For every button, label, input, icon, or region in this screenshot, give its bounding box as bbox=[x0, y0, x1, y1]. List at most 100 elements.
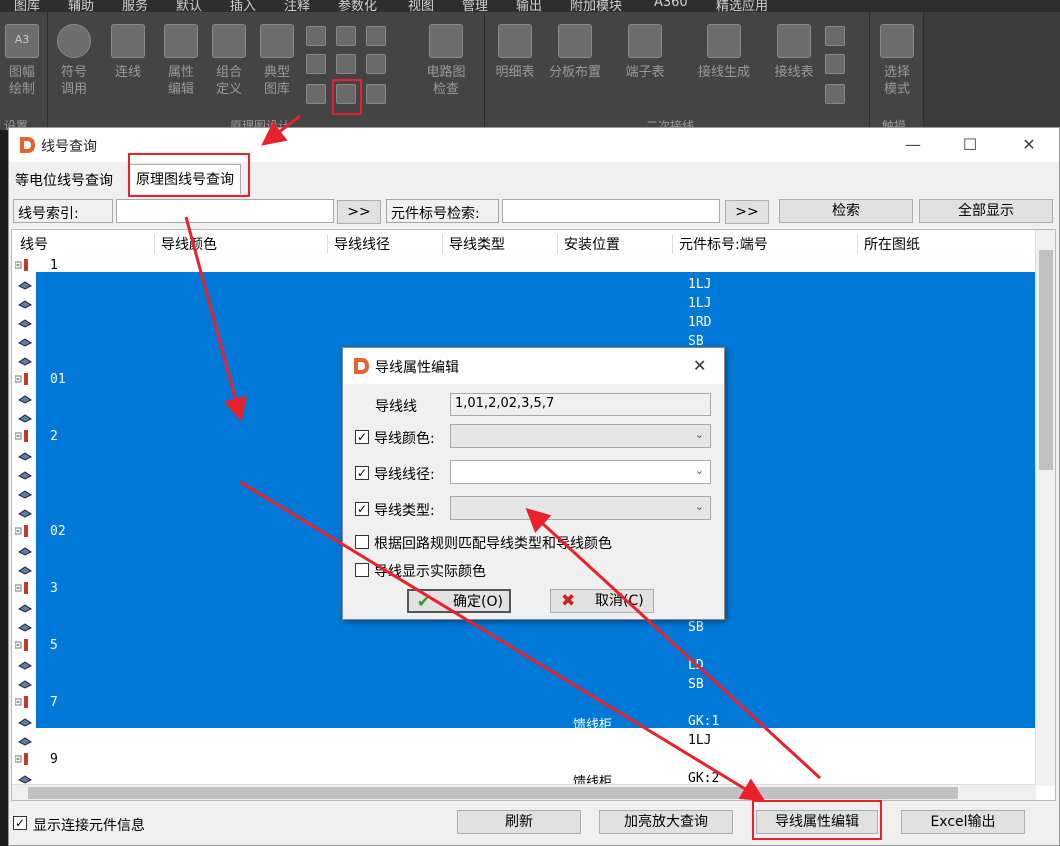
window-title: 线号查询 bbox=[41, 139, 97, 155]
table-row-wire[interactable]: 3 bbox=[50, 581, 58, 596]
horizontal-scrollbar[interactable] bbox=[12, 784, 1036, 800]
col-gauge[interactable]: 导线线径 bbox=[327, 234, 442, 254]
col-color[interactable]: 导线颜色 bbox=[154, 234, 327, 254]
vertical-scrollbar[interactable] bbox=[1035, 230, 1055, 786]
ribbon-button-label: 定义 bbox=[215, 82, 242, 97]
ribbon-button-typical[interactable]: 典型 图库 bbox=[255, 24, 299, 98]
menu-item-addons[interactable]: 附加模块 bbox=[570, 0, 622, 12]
ribbon-button-wiring-gen[interactable]: 接线生成 bbox=[689, 24, 759, 81]
table-row-wire[interactable]: 1 bbox=[50, 258, 58, 273]
ribbon-button-group-def[interactable]: 组合 定义 bbox=[207, 24, 251, 98]
expand-node-icon[interactable] bbox=[14, 696, 31, 708]
refresh-button[interactable]: 刷新 bbox=[457, 810, 581, 834]
tool-small-icon[interactable] bbox=[825, 26, 845, 46]
gauge-checkbox[interactable]: ✓ bbox=[355, 466, 369, 480]
type-select[interactable]: ⌄ bbox=[450, 496, 711, 520]
menu-item-manage[interactable]: 管理 bbox=[462, 0, 488, 12]
close-icon[interactable]: ✕ bbox=[1015, 134, 1043, 156]
expand-node-icon[interactable] bbox=[14, 525, 31, 537]
actual-color-checkbox[interactable] bbox=[355, 563, 369, 577]
tool-small-icon[interactable] bbox=[825, 84, 845, 104]
menu-item-output[interactable]: 输出 bbox=[516, 0, 542, 12]
tool-small-icon[interactable] bbox=[366, 26, 386, 46]
color-checkbox[interactable]: ✓ bbox=[355, 430, 369, 444]
ribbon-button-board-layout[interactable]: 分板布置 bbox=[543, 24, 607, 81]
tool-small-icon[interactable] bbox=[825, 54, 845, 74]
type-checkbox[interactable]: ✓ bbox=[355, 502, 369, 516]
table-row-wire[interactable]: 02 bbox=[50, 524, 66, 539]
menu-item-default[interactable]: 默认 bbox=[176, 0, 202, 12]
symbol-icon bbox=[57, 24, 91, 58]
close-icon[interactable]: ✕ bbox=[693, 356, 706, 375]
table-header: 线号 导线颜色 导线线径 导线类型 安装位置 元件标号:端号 所在图纸 bbox=[12, 230, 1036, 256]
menu-item-annotate[interactable]: 注释 bbox=[284, 0, 310, 12]
excel-export-button[interactable]: Excel输出 bbox=[901, 810, 1025, 834]
cancel-button[interactable]: ✖ 取消(C) bbox=[550, 589, 654, 613]
vertical-scroll-thumb[interactable] bbox=[1039, 250, 1053, 470]
menu-item-service[interactable]: 服务 bbox=[122, 0, 148, 12]
wire-index-input[interactable] bbox=[116, 199, 334, 223]
table-row-wire[interactable]: 01 bbox=[50, 372, 66, 387]
element-node-icon bbox=[18, 279, 32, 290]
menu-item-library[interactable]: 图库 bbox=[14, 0, 40, 12]
tool-small-icon[interactable] bbox=[366, 54, 386, 74]
ribbon-button-select-mode[interactable]: 选择 模式 bbox=[874, 24, 920, 98]
tool-small-icon[interactable] bbox=[336, 54, 356, 74]
table-row-wire[interactable]: 2 bbox=[50, 429, 58, 444]
ribbon-button-wire[interactable]: 连线 bbox=[106, 24, 150, 81]
bom-icon bbox=[498, 24, 532, 58]
menu-item-apps[interactable]: 精选应用 bbox=[716, 0, 768, 12]
table-row-wire[interactable]: 9 bbox=[50, 752, 58, 767]
expand-node-icon[interactable] bbox=[14, 373, 31, 385]
ribbon-button-bom[interactable]: 明细表 bbox=[489, 24, 541, 81]
wiring-gen-icon bbox=[707, 24, 741, 58]
menu-item-insert[interactable]: 插入 bbox=[230, 0, 256, 12]
ribbon-button-wiring-table[interactable]: 接线表 bbox=[767, 24, 821, 81]
menu-item-view[interactable]: 视图 bbox=[408, 0, 434, 12]
col-element-terminal[interactable]: 元件标号:端号 bbox=[672, 234, 857, 254]
table-row-wire[interactable]: 5 bbox=[50, 638, 58, 653]
color-select[interactable]: ⌄ bbox=[450, 424, 711, 448]
elem-search-go-button[interactable]: >> bbox=[725, 200, 769, 224]
gauge-select[interactable]: ⌄ bbox=[450, 460, 711, 484]
annotation-highlight-box bbox=[752, 800, 882, 840]
rule-match-checkbox[interactable] bbox=[355, 535, 369, 549]
ribbon-button-attr-edit[interactable]: 属性 编辑 bbox=[159, 24, 203, 98]
show-conn-checkbox[interactable]: ✓ bbox=[13, 816, 27, 830]
minimize-icon[interactable]: — bbox=[899, 134, 927, 156]
expand-node-icon[interactable] bbox=[14, 430, 31, 442]
expand-node-icon[interactable] bbox=[14, 639, 31, 651]
expand-node-icon[interactable] bbox=[14, 259, 31, 271]
wire-index-go-button[interactable]: >> bbox=[337, 200, 381, 224]
search-button[interactable]: 检索 bbox=[779, 199, 913, 223]
ribbon-button-circuit-check[interactable]: 电路图 检查 bbox=[422, 24, 470, 98]
highlight-zoom-button[interactable]: 加亮放大查询 bbox=[599, 810, 733, 834]
element-terminal-cell: 1LJ bbox=[688, 277, 712, 292]
table-row-wire[interactable]: 7 bbox=[50, 695, 58, 710]
expand-node-icon[interactable] bbox=[14, 753, 31, 765]
tool-small-icon[interactable] bbox=[306, 84, 326, 104]
show-all-button[interactable]: 全部显示 bbox=[919, 199, 1053, 223]
tab-equipotential[interactable]: 等电位线号查询 bbox=[9, 166, 119, 192]
elem-search-input[interactable] bbox=[502, 199, 720, 223]
menu-item-assist[interactable]: 辅助 bbox=[68, 0, 94, 12]
tool-small-icon[interactable] bbox=[306, 54, 326, 74]
menu-item-a360[interactable]: A360 bbox=[654, 0, 688, 10]
col-drawing[interactable]: 所在图纸 bbox=[857, 234, 1036, 254]
tool-small-icon[interactable] bbox=[306, 26, 326, 46]
col-location[interactable]: 安装位置 bbox=[557, 234, 672, 254]
maximize-icon[interactable]: ☐ bbox=[956, 134, 984, 156]
menu-item-parametric[interactable]: 参数化 bbox=[338, 0, 377, 12]
tool-small-icon[interactable] bbox=[336, 26, 356, 46]
col-type[interactable]: 导线类型 bbox=[442, 234, 557, 254]
ribbon-button-terminal-table[interactable]: 端子表 bbox=[615, 24, 675, 81]
dialog-titlebar[interactable]: 导线属性编辑 ✕ bbox=[343, 348, 724, 384]
ribbon-button-label: 图幅 bbox=[8, 65, 35, 80]
col-wire[interactable]: 线号 bbox=[14, 234, 156, 254]
ribbon-button-symbol[interactable]: 符号 调用 bbox=[52, 24, 96, 98]
tool-small-icon[interactable] bbox=[366, 84, 386, 104]
horizontal-scroll-thumb[interactable] bbox=[28, 787, 958, 799]
ribbon-button-frame[interactable]: A3 图幅 绘制 bbox=[0, 24, 44, 98]
ok-button[interactable]: ✔ 确定(O) bbox=[407, 589, 511, 613]
expand-node-icon[interactable] bbox=[14, 582, 31, 594]
